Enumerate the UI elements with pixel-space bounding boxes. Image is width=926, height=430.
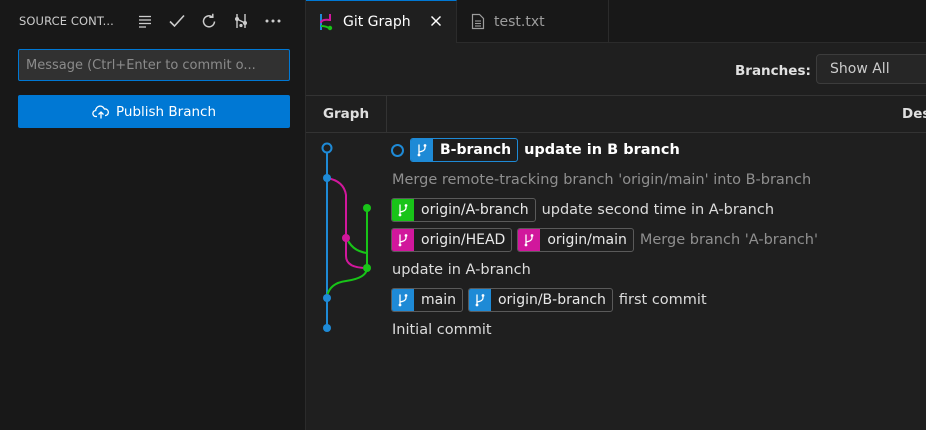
refresh-icon[interactable]: [196, 10, 222, 32]
commit-row[interactable]: Initial commit: [391, 317, 492, 343]
close-icon[interactable]: [428, 13, 444, 29]
git-graph-icon[interactable]: [228, 10, 254, 32]
commit-dot[interactable]: [363, 204, 371, 212]
branch-icon: [392, 199, 414, 221]
head-indicator-icon: [391, 143, 404, 157]
branch-name: origin/main: [547, 232, 627, 248]
branch-icon: [468, 289, 491, 311]
tab-test-txt-label: test.txt: [494, 13, 545, 30]
commit-message: Initial commit: [392, 322, 492, 338]
more-actions-icon[interactable]: [260, 10, 286, 32]
branch-label[interactable]: origin/HEAD: [391, 228, 513, 252]
description-column-header[interactable]: Des: [902, 106, 926, 122]
view-as-tree-icon[interactable]: [132, 10, 158, 32]
commit-message: Merge branch 'A-branch': [639, 232, 818, 248]
commit-table-header: Graph Des: [306, 95, 926, 133]
branch-icon: [518, 229, 541, 251]
source-control-header: SOURCE CONT...: [0, 0, 305, 42]
commit-dot[interactable]: [323, 174, 331, 182]
cloud-upload-icon: [92, 104, 110, 120]
branches-dropdown[interactable]: Show All: [816, 54, 926, 84]
commit-message: update second time in A-branch: [541, 202, 775, 218]
branch-name: origin/A-branch: [421, 202, 529, 218]
publish-branch-label: Publish Branch: [115, 103, 217, 120]
graph-column-header[interactable]: Graph: [306, 96, 387, 132]
tab-git-graph[interactable]: Git Graph: [306, 0, 457, 43]
branch-label[interactable]: origin/A-branch: [391, 198, 536, 222]
branch-name: B-branch: [440, 142, 512, 158]
branch-label[interactable]: main: [391, 288, 463, 312]
branch-name: origin/B-branch: [497, 292, 606, 308]
file-icon: [471, 13, 485, 30]
git-graph-controls: Branches: Show All: [306, 43, 926, 95]
branch-label[interactable]: origin/main: [517, 228, 634, 252]
branch-name: origin/HEAD: [421, 232, 506, 248]
branches-label: Branches:: [735, 63, 811, 79]
branch-label[interactable]: B-branch: [410, 138, 519, 162]
commit-dot[interactable]: [323, 324, 331, 332]
commit-dot[interactable]: [363, 264, 371, 272]
commit-row[interactable]: origin/A-branch update second time in A-…: [391, 197, 774, 223]
commit-graph: [321, 142, 371, 332]
branch-icon: [392, 229, 414, 251]
commit-message: first commit: [618, 292, 707, 308]
commit-row[interactable]: update in A-branch: [391, 257, 531, 283]
branch-line-magenta: [326, 177, 368, 269]
source-control-sidebar: SOURCE CONT... Publish Branch: [0, 0, 306, 430]
commit-dot-head[interactable]: [321, 142, 333, 154]
commit-message: update in A-branch: [392, 262, 531, 278]
commit-row[interactable]: main origin/B-branch first commit: [391, 287, 707, 313]
commit-row[interactable]: B-branch update in B branch: [391, 137, 680, 163]
tab-git-graph-label: Git Graph: [343, 14, 411, 30]
git-graph-tab-icon: [318, 13, 334, 31]
commit-row[interactable]: origin/HEAD origin/main Merge branch 'A-…: [391, 227, 818, 253]
branch-name: main: [421, 292, 456, 308]
commit-message: Merge remote-tracking branch 'origin/mai…: [392, 172, 812, 188]
check-commit-icon[interactable]: [164, 10, 190, 32]
commit-row[interactable]: Merge remote-tracking branch 'origin/mai…: [391, 167, 811, 193]
editor-tab-bar: Git Graph test.txt: [306, 0, 926, 43]
tab-test-txt[interactable]: test.txt: [457, 0, 609, 43]
branch-label[interactable]: origin/B-branch: [467, 288, 613, 312]
branch-icon: [411, 139, 433, 161]
branch-icon: [392, 289, 414, 311]
git-graph-panel: Branches: Show All Graph Des B-branch: [306, 43, 926, 430]
source-control-title: SOURCE CONT...: [19, 14, 114, 28]
commit-message-input[interactable]: [18, 49, 290, 81]
commit-message: update in B branch: [524, 142, 680, 158]
commit-dot[interactable]: [323, 294, 331, 302]
commit-dot[interactable]: [342, 234, 350, 242]
publish-branch-button[interactable]: Publish Branch: [18, 95, 290, 128]
branches-dropdown-value: Show All: [830, 61, 890, 77]
source-control-actions: [132, 10, 286, 32]
